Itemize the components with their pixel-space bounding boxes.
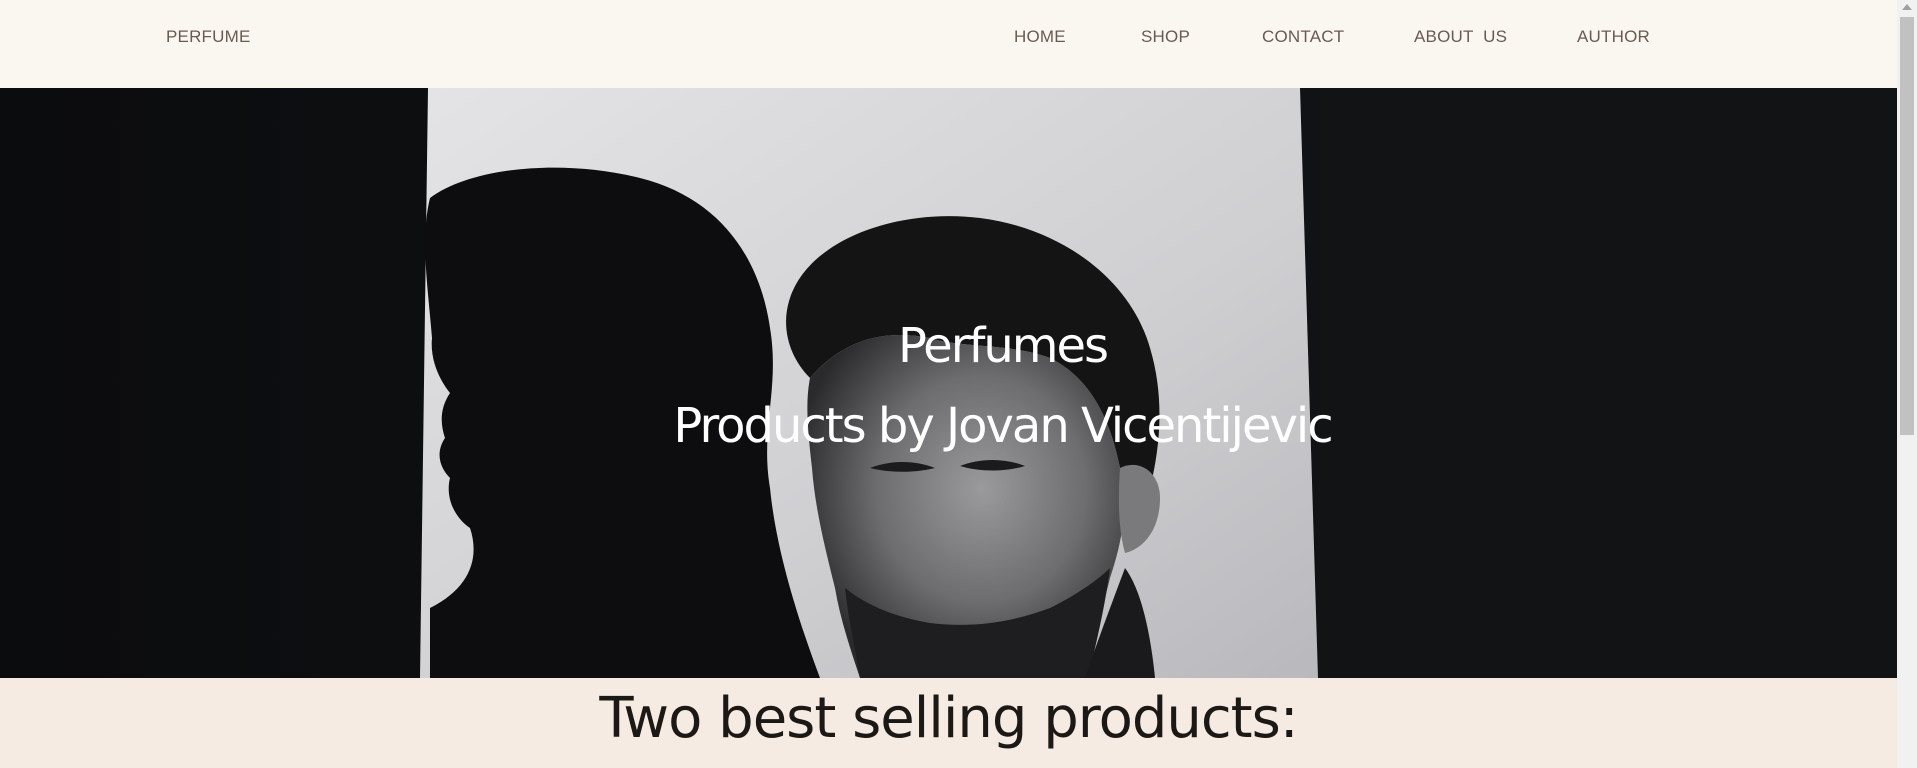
scroll-up-arrow-icon[interactable]	[1902, 4, 1912, 10]
nav-author-link[interactable]: AUTHOR	[1577, 27, 1650, 47]
vertical-scrollbar[interactable]	[1897, 0, 1917, 768]
hero-banner: Perfumes Products by Jovan Vicentijevic	[0, 88, 1897, 678]
bestsellers-section: Two best selling products:	[0, 678, 1897, 768]
nav-menu: HOME SHOP CONTACT ABOUT US AUTHOR	[0, 27, 1897, 51]
hero-image	[0, 88, 1897, 678]
nav-shop-link[interactable]: SHOP	[1141, 27, 1190, 47]
nav-home-link[interactable]: HOME	[1014, 27, 1066, 47]
nav-contact-link[interactable]: CONTACT	[1262, 27, 1344, 47]
page: PERFUME HOME SHOP CONTACT ABOUT US AUTHO…	[0, 0, 1917, 768]
nav-about-us-link[interactable]: ABOUT US	[1414, 27, 1507, 47]
scrollbar-thumb[interactable]	[1900, 17, 1914, 435]
bestsellers-heading: Two best selling products:	[599, 686, 1298, 751]
top-navigation: PERFUME HOME SHOP CONTACT ABOUT US AUTHO…	[0, 0, 1897, 88]
